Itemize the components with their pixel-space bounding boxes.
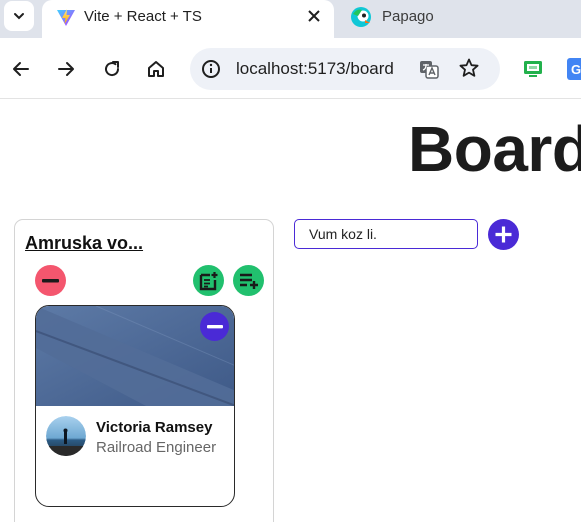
browser-toolbar: localhost:5173/board G xyxy=(0,38,581,99)
note-add-icon xyxy=(199,271,217,290)
reload-icon xyxy=(105,61,120,77)
playlist-add-icon xyxy=(239,273,258,289)
address-bar[interactable]: localhost:5173/board xyxy=(190,48,500,90)
remove-card-button[interactable] xyxy=(200,312,229,341)
site-info-icon[interactable] xyxy=(200,58,222,80)
tab-close-button[interactable] xyxy=(304,6,324,26)
tab-title: Vite + React + TS xyxy=(84,8,202,25)
arrow-left-icon xyxy=(13,62,29,76)
svg-text:G: G xyxy=(571,62,581,77)
add-card-button[interactable] xyxy=(193,265,224,296)
home-icon xyxy=(148,61,164,77)
translate-icon[interactable] xyxy=(418,58,440,80)
browser-tab-strip: Vite + React + TS Papago xyxy=(0,0,581,38)
tab-vite-app[interactable]: Vite + React + TS xyxy=(42,0,334,38)
back-button[interactable] xyxy=(8,56,34,82)
remove-list-button[interactable] xyxy=(35,265,66,296)
list-title[interactable]: Amruska vo... xyxy=(25,233,143,254)
reload-button[interactable] xyxy=(99,56,125,82)
bookmark-star-icon[interactable] xyxy=(458,57,480,79)
avatar xyxy=(46,416,86,456)
add-list-button[interactable] xyxy=(488,219,519,250)
board-page: Board Amruska vo... Victoria Ramsey Rail… xyxy=(0,100,581,522)
card-person-name: Victoria Ramsey xyxy=(96,419,213,436)
new-list-input[interactable] xyxy=(294,219,478,249)
google-translate-extension-icon[interactable]: G xyxy=(567,58,581,80)
vite-logo-icon xyxy=(57,9,75,26)
card-person-role: Railroad Engineer xyxy=(96,439,217,456)
minus-icon xyxy=(42,278,59,282)
extension-icon[interactable] xyxy=(523,60,543,78)
chevron-down-icon xyxy=(14,13,24,20)
page-title: Board xyxy=(408,113,581,185)
board-list: Amruska vo... Victoria Ramsey Railroad E… xyxy=(14,219,274,522)
tab-papago[interactable]: Papago xyxy=(340,0,581,38)
url-text[interactable]: localhost:5173/board xyxy=(236,59,394,79)
forward-button[interactable] xyxy=(53,56,79,82)
home-button[interactable] xyxy=(143,56,169,82)
board-card[interactable]: Victoria Ramsey Railroad Engineer xyxy=(35,305,235,507)
papago-logo-icon xyxy=(351,7,371,27)
minus-icon xyxy=(206,324,223,328)
arrow-right-icon xyxy=(58,62,74,76)
add-item-button[interactable] xyxy=(233,265,264,296)
tab-title: Papago xyxy=(382,8,434,25)
close-icon xyxy=(308,10,320,22)
tab-search-button[interactable] xyxy=(4,1,34,31)
plus-icon xyxy=(495,226,512,243)
